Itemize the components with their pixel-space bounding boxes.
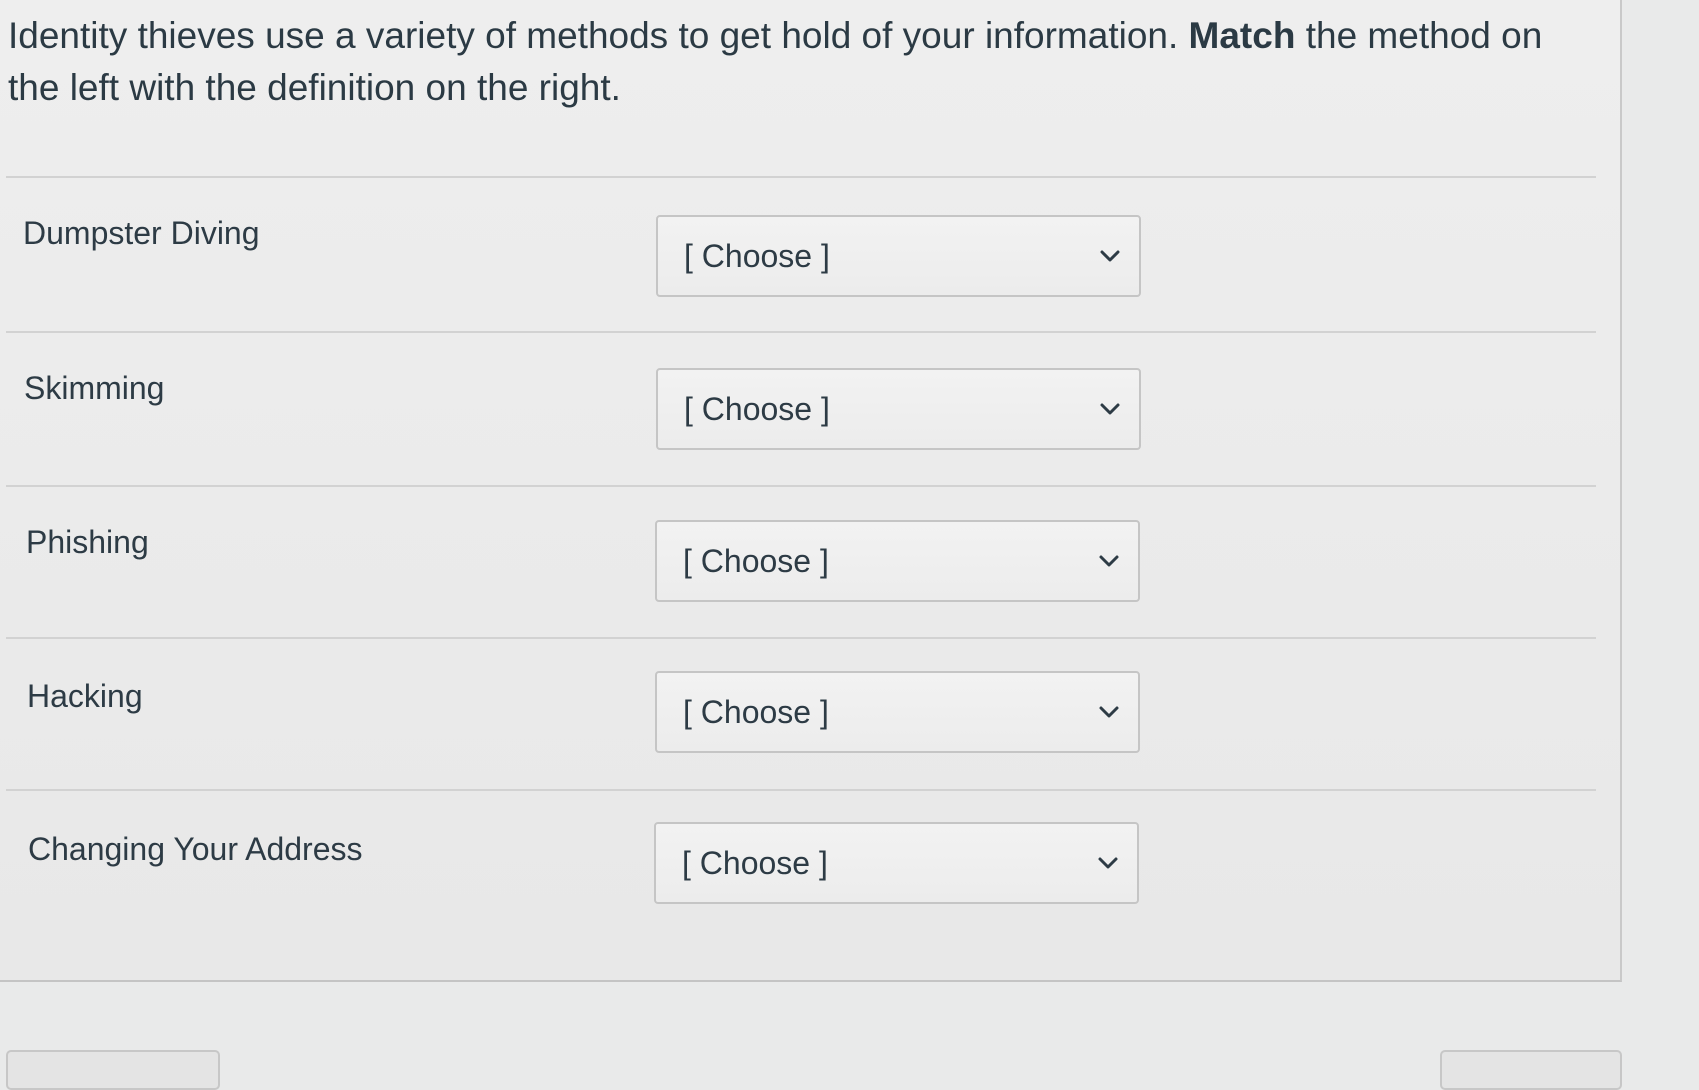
match-label-changing-your-address: Changing Your Address — [28, 831, 363, 867]
match-label-skimming: Skimming — [24, 370, 165, 406]
row-divider — [6, 789, 1596, 791]
chevron-down-icon — [1099, 706, 1119, 718]
row-divider — [6, 331, 1596, 333]
select-value: [ Choose ] — [682, 845, 828, 881]
prompt-emphasis: Match — [1188, 15, 1296, 56]
select-value: [ Choose ] — [683, 543, 829, 579]
match-select-phishing[interactable]: [ Choose ] — [655, 520, 1140, 602]
previous-button[interactable] — [6, 1050, 220, 1090]
match-label-dumpster-diving: Dumpster Diving — [23, 215, 260, 251]
prompt-text-start: Identity thieves use a variety of method… — [8, 15, 1189, 56]
match-select-hacking[interactable]: [ Choose ] — [655, 671, 1140, 753]
match-label-phishing: Phishing — [26, 524, 149, 560]
row-divider — [6, 485, 1596, 487]
chevron-down-icon — [1099, 555, 1119, 567]
question-panel: Identity thieves use a variety of method… — [0, 0, 1622, 982]
select-value: [ Choose ] — [683, 694, 829, 730]
match-select-dumpster-diving[interactable]: [ Choose ] — [656, 215, 1141, 297]
row-divider — [6, 637, 1596, 639]
match-select-skimming[interactable]: [ Choose ] — [656, 368, 1141, 450]
match-label-hacking: Hacking — [27, 678, 143, 714]
select-value: [ Choose ] — [684, 238, 830, 274]
chevron-down-icon — [1100, 403, 1120, 415]
chevron-down-icon — [1098, 857, 1118, 869]
chevron-down-icon — [1100, 250, 1120, 262]
row-divider — [6, 176, 1596, 178]
match-select-changing-your-address[interactable]: [ Choose ] — [654, 822, 1139, 904]
select-value: [ Choose ] — [684, 391, 830, 427]
question-prompt: Identity thieves use a variety of method… — [8, 10, 1588, 114]
next-button[interactable] — [1440, 1050, 1622, 1090]
